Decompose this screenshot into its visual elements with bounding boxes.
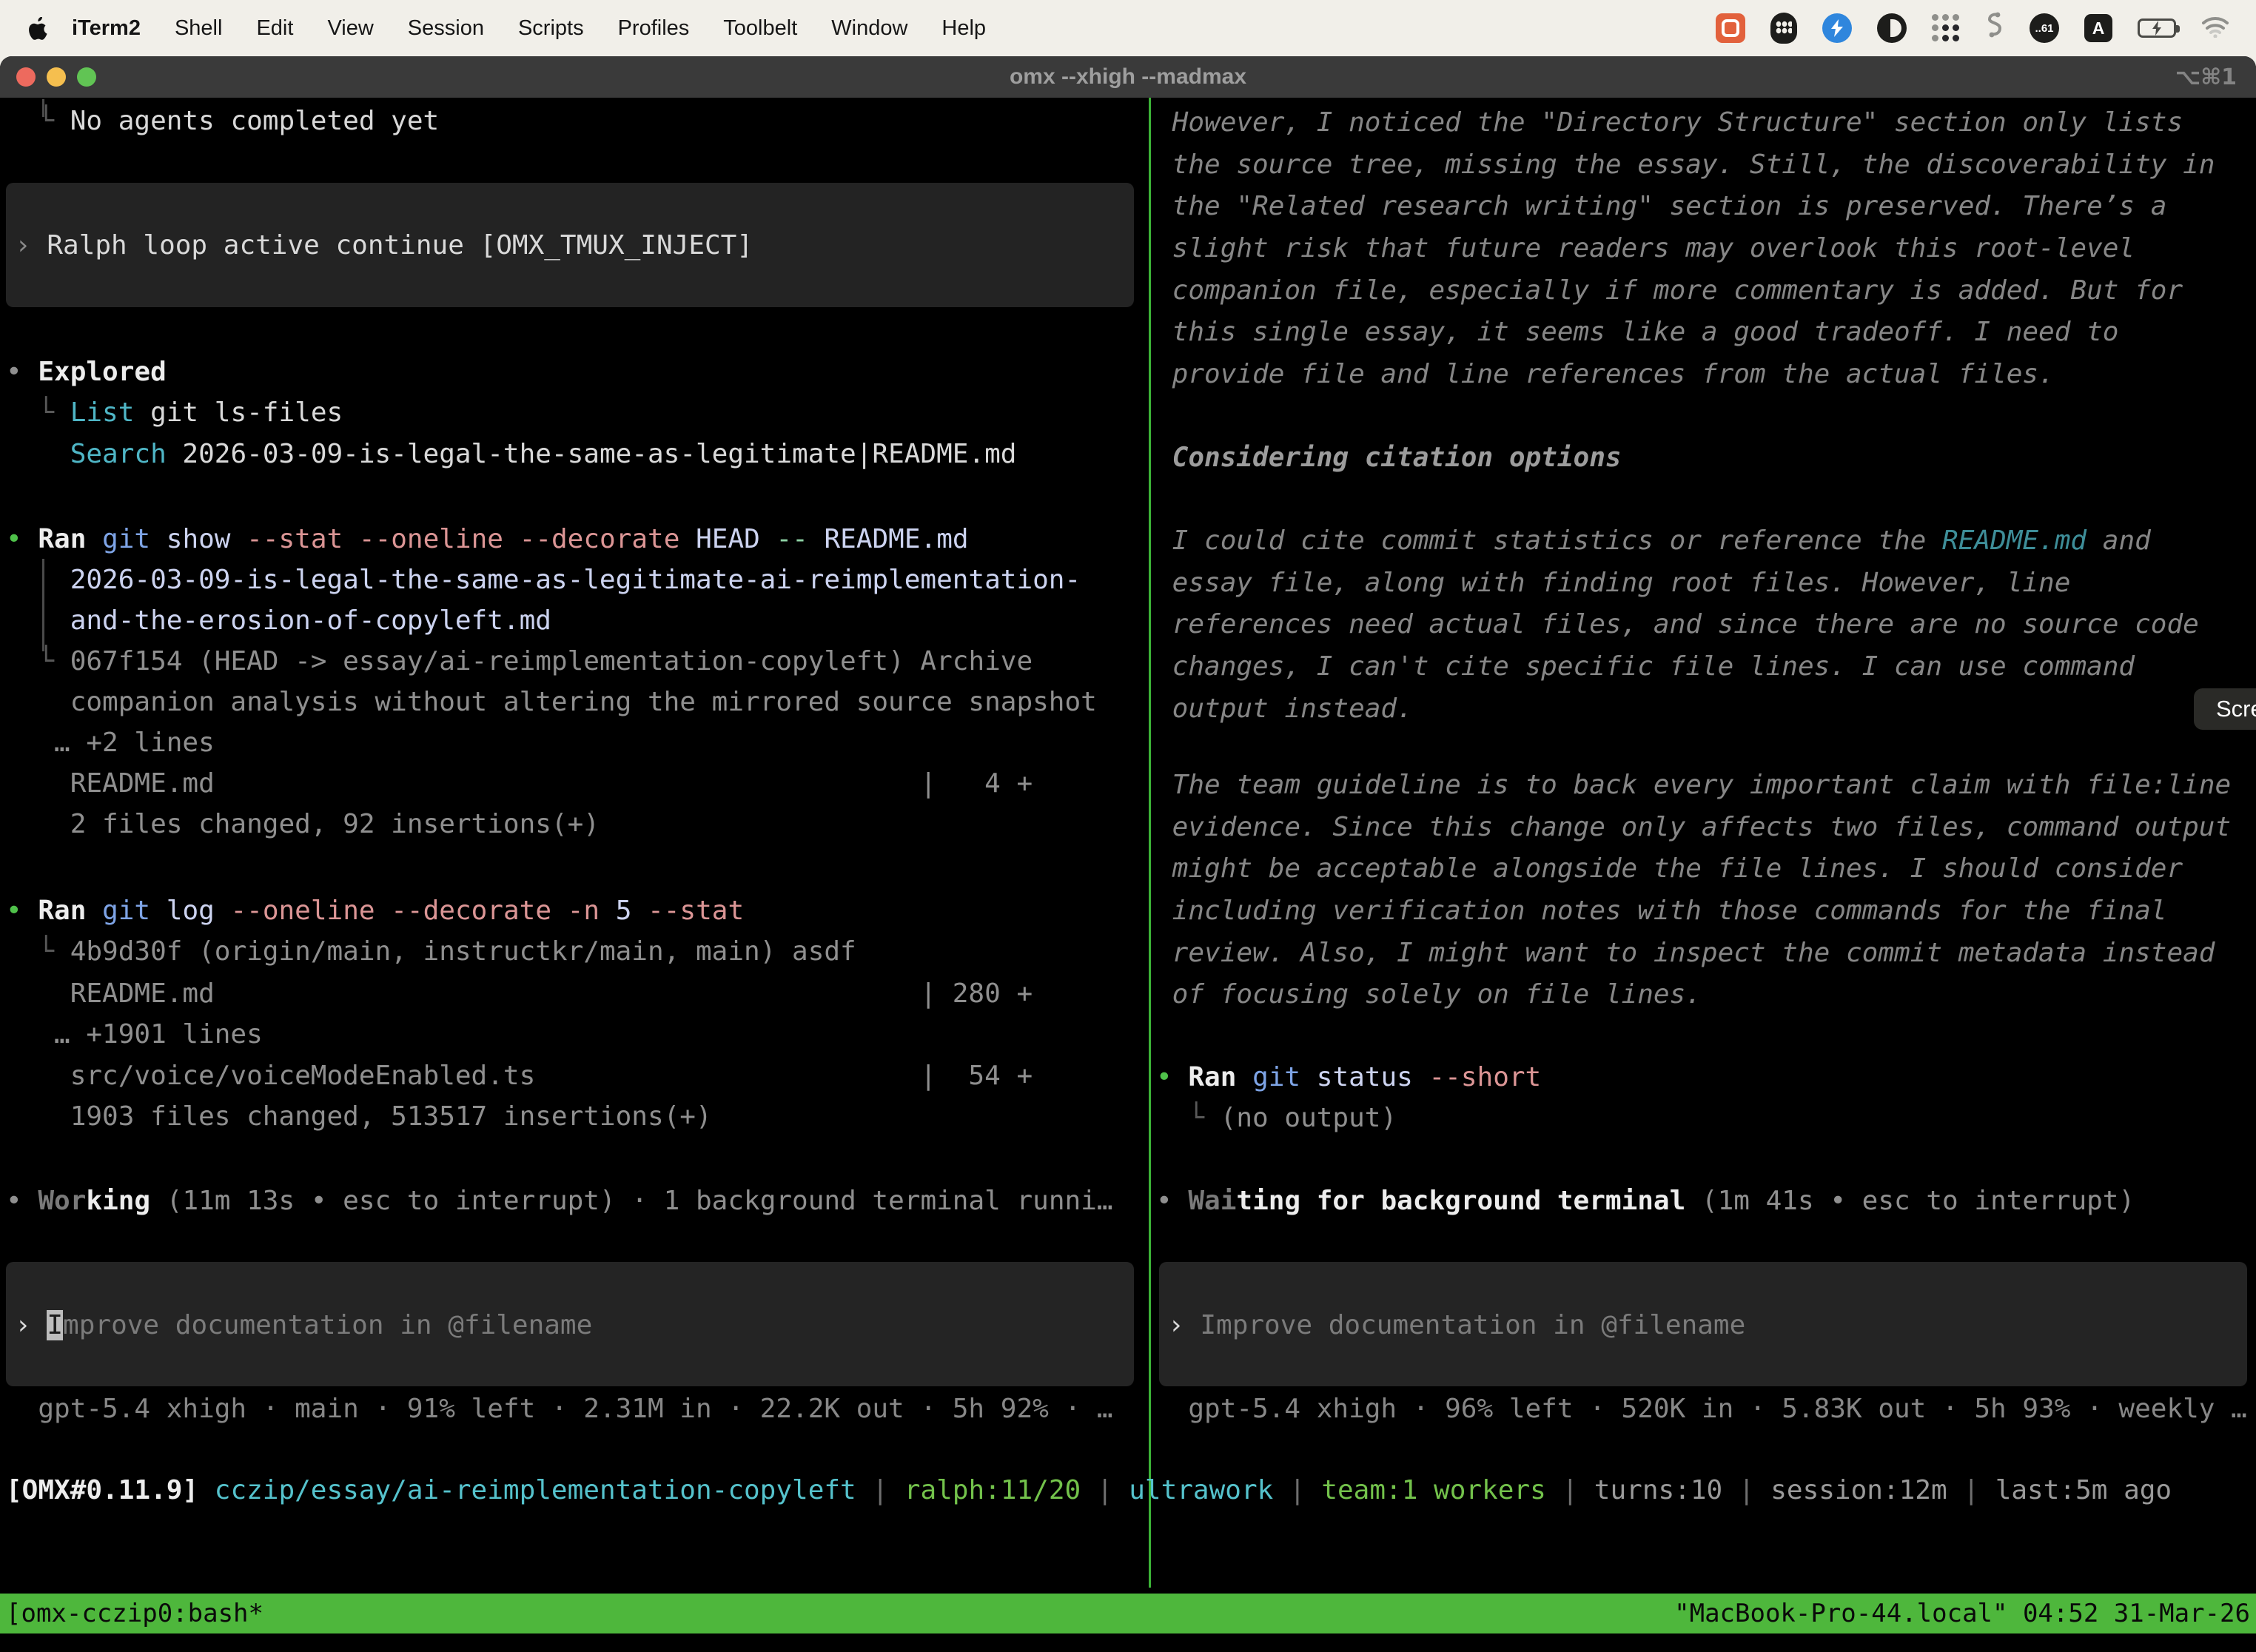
menu-item-edit[interactable]: Edit — [239, 16, 310, 41]
terminal-line: essay file, along with finding root file… — [1156, 563, 2070, 603]
terminal-line: this single essay, it seems like a good … — [1156, 312, 2118, 352]
menu-item-view[interactable]: View — [310, 16, 390, 41]
terminal-line: provide file and line references from th… — [1156, 354, 2055, 394]
terminal-line: companion analysis without altering the … — [6, 682, 1097, 722]
wifi-icon[interactable] — [2201, 16, 2229, 41]
queued-message-line: › Ralph loop active continue [OMX_TMUX_I… — [15, 225, 753, 266]
menu-item-iterm2[interactable]: iTerm2 — [55, 16, 158, 41]
terminal-line: … +1901 lines — [6, 1014, 263, 1055]
left-prompt-line: › Improve documentation in @filename — [15, 1305, 592, 1346]
omx-status-line: [OMX#0.11.9] cczip/essay/ai-reimplementa… — [6, 1470, 2172, 1511]
menu-bar: iTerm2ShellEditViewSessionScriptsProfile… — [0, 0, 2256, 56]
squiggle-icon[interactable] — [1985, 12, 2004, 45]
tmux-session-label: [omx-cczip0:bash* — [0, 1594, 263, 1633]
terminal-line: Search 2026-03-09-is-legal-the-same-as-l… — [6, 434, 1016, 474]
menu-item-shell[interactable]: Shell — [158, 16, 240, 41]
tmux-host-clock: "MacBook-Pro-44.local" 04:52 31-Mar-26 — [1674, 1594, 2256, 1633]
battery-charging-icon[interactable] — [2138, 19, 2176, 38]
terminal-line: src/voice/voiceModeEnabled.ts | 54 + — [6, 1055, 1033, 1096]
right-prompt-line: › Improve documentation in @filename — [1168, 1305, 1745, 1346]
waiting-status-line: • Waiting for background terminal (1m 41… — [1156, 1181, 2135, 1221]
menu-item-profiles[interactable]: Profiles — [601, 16, 707, 41]
shield-app-icon[interactable] — [1770, 13, 1797, 44]
terminal-line: • Explored — [6, 352, 167, 392]
menu-item-scripts[interactable]: Scripts — [501, 16, 601, 41]
terminal-line: the "Related research writing" section i… — [1156, 186, 2166, 226]
moon-app-icon[interactable] — [1877, 13, 1907, 43]
terminal-line: slight risk that future readers may over… — [1156, 228, 2135, 269]
window-title: omx --xhigh --madmax — [0, 64, 2256, 90]
dots-grid-icon[interactable] — [1932, 14, 1960, 42]
terminal-line: └ No agents completed yet — [6, 101, 439, 141]
terminal-line: README.md | 4 + — [6, 763, 1033, 804]
terminal-line: review. Also, I might want to inspect th… — [1156, 933, 2215, 973]
terminal-line: output instead. — [1156, 688, 1413, 729]
bolt-badge-icon[interactable] — [1822, 13, 1852, 43]
terminal-line: └ (no output) — [1156, 1098, 1397, 1138]
working-status-line: • Working (11m 13s • esc to interrupt) ·… — [6, 1181, 1113, 1221]
terminal-line: 2 files changed, 92 insertions(+) — [6, 804, 600, 845]
terminal-line: the source tree, missing the essay. Stil… — [1156, 144, 2215, 185]
terminal-line: including verification notes with those … — [1156, 890, 2166, 931]
terminal-line: might be acceptable alongside the file l… — [1156, 848, 2183, 889]
terminal-line: references need actual files, and since … — [1156, 604, 2199, 645]
terminal-line: README.md | 280 + — [6, 973, 1033, 1014]
tmux-status-bar: [omx-cczip0:bash* "MacBook-Pro-44.local"… — [0, 1594, 2256, 1633]
menu-item-toolbelt[interactable]: Toolbelt — [706, 16, 814, 41]
screen-share-overlay[interactable]: Scre — [2194, 688, 2256, 730]
terminal-line: The team guideline is to back every impo… — [1156, 765, 2231, 805]
battery-percent-icon[interactable]: ..61 — [2030, 13, 2059, 43]
right-model-status-line: gpt-5.4 xhigh · 96% left · 520K in · 5.8… — [1156, 1389, 2247, 1429]
terminal-line: └ List git ls-files — [6, 392, 343, 433]
terminal-line: I could cite commit statistics or refere… — [1156, 520, 2151, 561]
menu-items: iTerm2ShellEditViewSessionScriptsProfile… — [55, 16, 1003, 41]
terminal-window: omx --xhigh --madmax ⌥⌘1 Scre └ No agent… — [0, 56, 2256, 1652]
menu-item-help[interactable]: Help — [924, 16, 1003, 41]
terminal-line: 1903 files changed, 513517 insertions(+) — [6, 1096, 712, 1137]
terminal-line: └ 4b9d30f (origin/main, instructkr/main,… — [6, 931, 856, 972]
menu-item-window[interactable]: Window — [814, 16, 924, 41]
terminal-line: and-the-erosion-of-copyleft.md — [6, 600, 551, 641]
terminal-line: 2026-03-09-is-legal-the-same-as-legitima… — [6, 560, 1081, 600]
menu-status-icons: ..61 A — [1716, 12, 2256, 45]
apple-icon — [28, 17, 47, 40]
terminal-line: changes, I can't cite specific file line… — [1156, 646, 2135, 687]
terminal-line: … +2 lines — [6, 722, 215, 763]
terminal-line: • Ran git show --stat --oneline --decora… — [6, 519, 969, 560]
screen-share-overlay-label: Scre — [2216, 696, 2256, 722]
terminal-line: • Ran git status --short — [1156, 1057, 1541, 1098]
terminal-line: • Ran git log --oneline --decorate -n 5 … — [6, 890, 744, 931]
pane-divider[interactable] — [1149, 98, 1151, 1588]
reasoning-heading: Considering citation options — [1156, 437, 1622, 478]
terminal-line: evidence. Since this change only affects… — [1156, 807, 2231, 847]
terminal-line: └ 067f154 (HEAD -> essay/ai-reimplementa… — [6, 641, 1033, 682]
terminal-line: However, I noticed the "Directory Struct… — [1156, 102, 2183, 143]
window-shortcut: ⌥⌘1 — [2175, 64, 2237, 90]
title-bar: omx --xhigh --madmax ⌥⌘1 — [0, 56, 2256, 98]
terminal-content: Scre └ No agents completed yet › Ralph lo… — [0, 98, 2256, 1588]
left-model-status-line: gpt-5.4 xhigh · main · 91% left · 2.31M … — [6, 1389, 1113, 1429]
terminal-line: of focusing solely on file lines. — [1156, 974, 1702, 1015]
terminal-line: companion file, especially if more comme… — [1156, 270, 2183, 311]
input-source-icon[interactable]: A — [2084, 14, 2112, 42]
menu-item-session[interactable]: Session — [391, 16, 501, 41]
chat-app-icon[interactable] — [1716, 13, 1745, 43]
apple-menu[interactable] — [28, 17, 47, 40]
